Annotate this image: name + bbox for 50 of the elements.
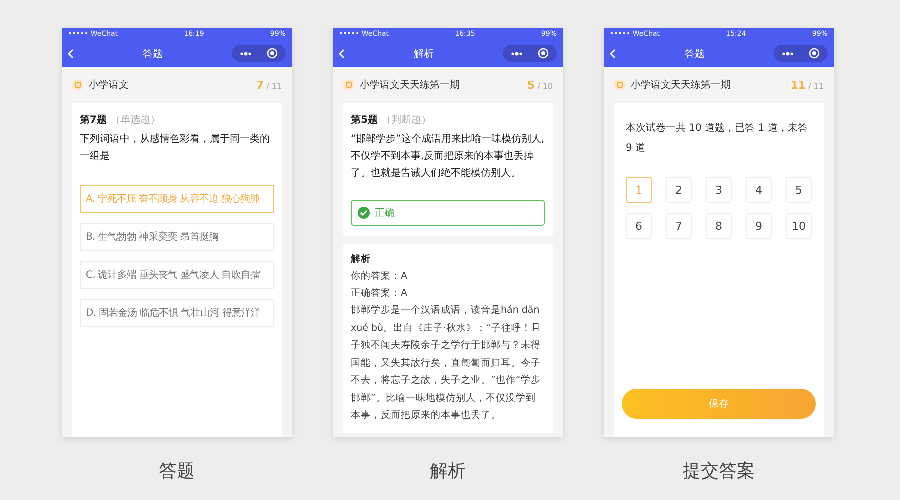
nav-title: 答题 [685,48,705,60]
question-title: 第7题 （单选题） [80,114,162,127]
explanation-text: 邯郸学步是一个汉语成语，读音是hán dān xué bù。出自《庄子·秋水》：“子往呼！且子独不闻夫寿陵余子之学行于邯郸与？未得国能，又失其故行矣，直匍匐而归耳。今子不去，将忘子之故，失子之业。”也作“学步邯郸”。比喻一味地模仿别人，不仅没学到本事，反而把原来的本事也丢了。 [351,304,543,423]
back-icon[interactable] [339,48,345,58]
progress-text: 11 / 11 [790,78,824,92]
badge-icon [343,79,355,91]
question-title: 第5题 （判断题） [351,114,432,127]
answer-option[interactable]: D. 固若金汤 临危不惧 气壮山河 得意洋洋 [80,299,274,327]
check-icon [358,207,370,219]
capsule-menu[interactable] [232,45,286,62]
badge-icon [614,79,626,91]
summary-text: 本次试卷一共 10 道题，已答 1 道，未答 9 道 [626,122,809,156]
more-icon[interactable] [510,52,523,56]
subject-title: 小学语文天天练第一期 [360,78,461,92]
question-number[interactable]: 6 [626,213,652,239]
badge-icon [72,79,84,91]
explanation-title: 解析 [351,253,372,267]
question-number[interactable]: 10 [786,213,812,239]
question-number[interactable]: 5 [786,177,812,203]
question-number[interactable]: 8 [706,213,732,239]
back-icon[interactable] [68,48,74,58]
subject-title: 小学语文 [89,78,130,92]
question-number[interactable]: 3 [706,177,732,203]
progress-text: 5 / 10 [527,78,553,92]
question-number[interactable]: 2 [666,177,692,203]
close-icon[interactable] [809,48,820,59]
question-number[interactable]: 4 [746,177,772,203]
question-number[interactable]: 9 [746,213,772,239]
question-number[interactable]: 7 [666,213,692,239]
result-box: 正确 [351,200,545,226]
nav-title: 答题 [143,48,163,60]
answer-option[interactable]: B. 生气勃勃 神采奕奕 昂首挺胸 [80,223,274,251]
your-answer: 你的答案：A [351,270,408,284]
capsule-menu[interactable] [503,45,557,62]
close-icon[interactable] [538,48,550,59]
subject-title: 小学语文天天练第一期 [631,78,732,92]
progress-text: 7 / 11 [256,78,282,92]
question-text: “邯郸学步”这个成语用来比喻一味模仿别人,不仅学不到本事,反而把原来的本事也丢掉了。也就是告诫人们绝不能模仿别人。 [351,132,545,181]
screen-caption: 解析 [430,460,466,483]
screen-caption: 答题 [159,460,195,483]
screen-caption: 提交答案 [683,460,755,483]
correct-answer: 正确答案：A [351,287,408,301]
answer-option[interactable]: C. 诡计多端 垂头丧气 盛气凌人 自吹自擂 [80,261,274,289]
close-icon[interactable] [267,48,278,59]
nav-title: 解析 [414,48,434,60]
more-icon[interactable] [240,52,252,56]
capsule-menu[interactable] [774,45,828,62]
question-text: 下列词语中，从感情色彩看，属于同一类的一组是 [80,132,271,164]
more-icon[interactable] [782,52,794,56]
back-icon[interactable] [610,48,616,58]
